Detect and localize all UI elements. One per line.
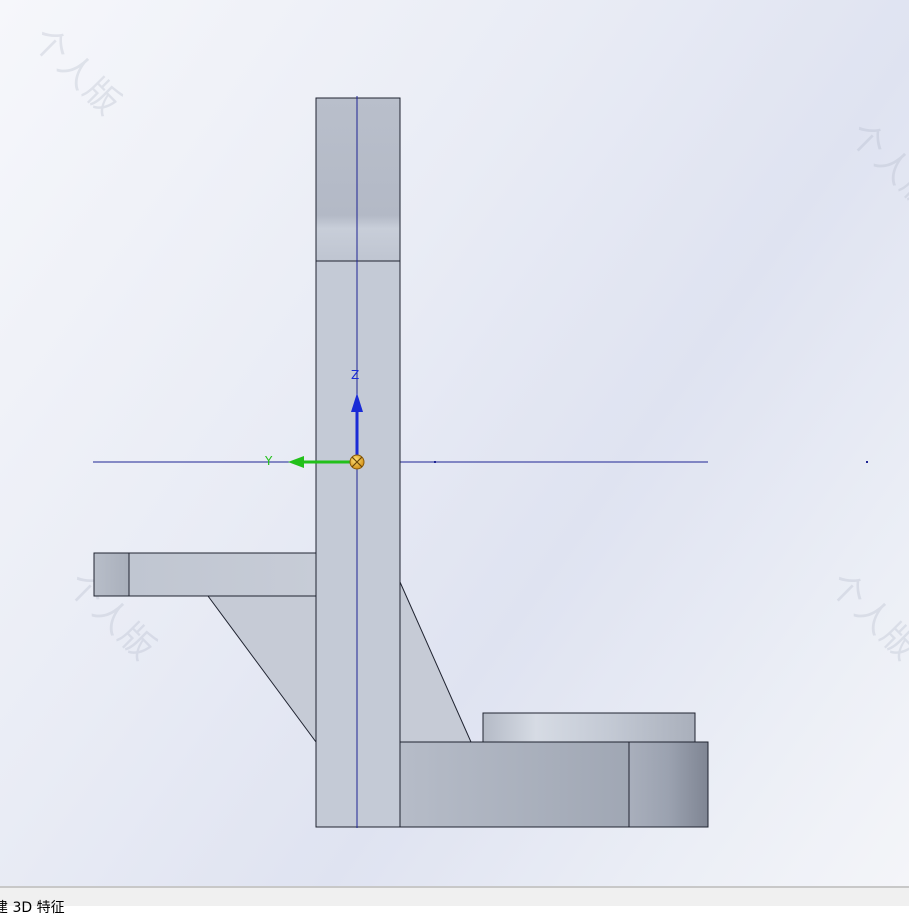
center-mark	[434, 461, 436, 463]
column-head	[315, 97, 401, 262]
base-rounded-end	[628, 741, 709, 828]
right-gusset-rib	[399, 581, 472, 743]
y-axis-label: Y	[265, 454, 273, 468]
vertical-column	[315, 260, 401, 828]
left-arm-tip	[93, 552, 130, 597]
status-bar: 建 3D 特征	[0, 886, 909, 916]
graphics-viewport[interactable]: 个人版 个人版 个人版 个人版 Z Y	[0, 0, 909, 886]
base-boss	[482, 712, 696, 743]
y-axis-arrow	[288, 456, 304, 468]
z-axis-label: Z	[351, 368, 360, 382]
left-arm	[128, 552, 317, 597]
center-mark	[866, 461, 868, 463]
left-gusset-rib	[207, 595, 317, 744]
status-bar-text: 建 3D 特征	[0, 900, 65, 916]
model-view[interactable]	[0, 0, 909, 886]
base-plate	[399, 741, 630, 828]
